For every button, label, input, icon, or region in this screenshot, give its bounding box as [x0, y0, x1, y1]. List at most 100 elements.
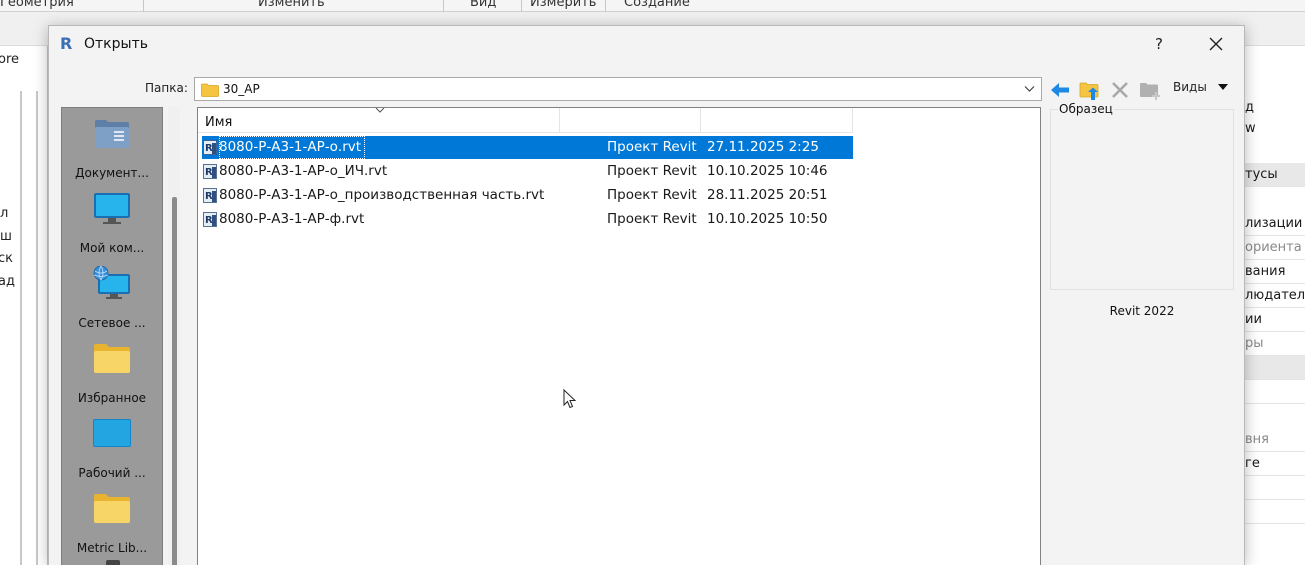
place-metric-library[interactable]: Metric Lib...	[62, 483, 162, 558]
ribbon-tab-modify[interactable]: Изменить	[258, 0, 325, 10]
bg-row: ии	[1245, 308, 1305, 332]
folder-up-icon	[1079, 82, 1099, 100]
file-date: 10.10.2025 10:46	[707, 163, 828, 179]
place-desktop[interactable]: Рабочий ...	[62, 408, 162, 483]
file-date: 28.11.2025 20:51	[707, 187, 828, 203]
ribbon-tab-create[interactable]: Создание	[624, 0, 690, 10]
new-folder-button[interactable]	[1138, 78, 1162, 102]
bg-text-fragment: ск	[0, 251, 13, 266]
bg-row: ры	[1245, 332, 1305, 356]
bg-row: лизации	[1245, 212, 1305, 236]
bg-row	[1245, 500, 1305, 524]
next-place-icon	[106, 560, 120, 565]
ribbon-tab-geometry[interactable]: Геометрия	[0, 0, 74, 10]
place-documents[interactable]: Документ...	[62, 108, 162, 183]
file-type: Проект Revit	[607, 139, 697, 155]
place-label: Metric Lib...	[76, 541, 148, 555]
place-label: Сетевое ...	[78, 316, 146, 330]
bg-row: ориента	[1245, 236, 1305, 260]
file-name: 8080-Р-А3-1-АР-ф.rvt	[219, 211, 365, 227]
bg-row: людателя	[1245, 284, 1305, 308]
place-label: Рабочий ...	[78, 466, 146, 480]
delete-button[interactable]	[1108, 78, 1132, 102]
properties-panel-background: д w тусы лизации ориента вания людателя …	[1245, 46, 1305, 565]
column-header-date[interactable]	[701, 108, 853, 133]
bg-text-fragment: ш	[0, 229, 12, 244]
up-folder-button[interactable]	[1078, 78, 1102, 102]
place-label: Мой ком...	[79, 241, 145, 255]
file-name: 8080-Р-А3-1-АР-о_производственная часть.…	[219, 187, 545, 203]
column-header-type[interactable]	[560, 108, 701, 133]
computer-icon	[94, 193, 130, 224]
bg-row: вня	[1245, 428, 1305, 452]
project-browser-background: ore л ш ск ад	[0, 46, 48, 565]
network-icon	[93, 266, 130, 299]
svg-text:R: R	[205, 191, 213, 202]
svg-text:R: R	[205, 167, 213, 178]
file-type: Проект Revit	[607, 163, 697, 179]
bg-row: вания	[1245, 260, 1305, 284]
file-list[interactable]: Имя R 8080-Р-А3-1-АР-о.rvt Проект Revit …	[197, 107, 1041, 565]
dialog-titlebar[interactable]: R Открыть ?	[49, 26, 1244, 64]
version-label: Revit 2022	[1109, 304, 1175, 318]
file-row[interactable]: R 8080-Р-А3-1-АР-о_производственная част…	[202, 184, 853, 207]
mouse-cursor-icon	[563, 389, 577, 409]
file-row[interactable]: R 8080-Р-А3-1-АР-ф.rvt Проект Revit 10.1…	[202, 208, 853, 231]
revit-logo-icon: R	[60, 34, 73, 53]
place-label: Документ...	[75, 166, 149, 180]
new-folder-icon	[1140, 83, 1160, 100]
folder-icon	[94, 344, 130, 373]
file-row[interactable]: R 8080-Р-А3-1-АР-о_ИЧ.rvt Проект Revit 1…	[202, 160, 853, 183]
places-scrollbar[interactable]	[168, 107, 180, 565]
place-my-computer[interactable]: Мой ком...	[62, 183, 162, 258]
folder-label: Папка:	[145, 81, 188, 95]
svg-text:R: R	[205, 143, 213, 154]
svg-text:R: R	[205, 215, 213, 226]
bg-row: w	[1245, 121, 1256, 136]
preview-label: Образец	[1058, 102, 1114, 116]
caret-down-icon[interactable]	[1217, 82, 1229, 92]
bg-row	[1245, 476, 1305, 500]
folder-name: 30_АР	[223, 82, 260, 96]
ribbon-tab-measure[interactable]: Измерить	[530, 0, 596, 10]
places-scroll-thumb[interactable]	[172, 197, 177, 565]
back-arrow-icon	[1051, 83, 1069, 97]
folder-dropdown[interactable]: 30_АР	[194, 77, 1042, 101]
file-list-header: Имя	[198, 108, 853, 133]
preview-box	[1050, 109, 1234, 290]
file-name: 8080-Р-А3-1-АР-о_ИЧ.rvt	[219, 163, 388, 179]
bg-row	[1245, 356, 1305, 380]
ribbon-tabs: Геометрия Изменить Вид Измерить Создание	[0, 0, 1305, 12]
revit-file-icon: R	[203, 188, 217, 203]
help-button[interactable]: ?	[1147, 32, 1171, 56]
file-name: 8080-Р-А3-1-АР-о.rvt	[219, 136, 366, 159]
dialog-title: Открыть	[84, 36, 148, 52]
close-button[interactable]	[1201, 30, 1231, 58]
bg-text-fragment: ад	[0, 274, 15, 289]
views-button[interactable]: Виды	[1173, 80, 1207, 100]
revit-file-icon: R	[203, 164, 217, 179]
documents-icon	[95, 120, 129, 148]
file-type: Проект Revit	[607, 187, 697, 203]
folder-icon	[94, 494, 130, 523]
delete-x-icon	[1112, 82, 1128, 98]
desktop-icon	[93, 419, 131, 447]
close-icon	[1209, 37, 1223, 51]
place-network[interactable]: Сетевое ...	[62, 258, 162, 333]
place-favorites[interactable]: Избранное	[62, 333, 162, 408]
place-label: Избранное	[77, 391, 147, 405]
bg-text-fragment: ore	[0, 52, 20, 67]
file-date: 27.11.2025 2:25	[707, 139, 819, 155]
file-type: Проект Revit	[607, 211, 697, 227]
back-button[interactable]	[1048, 78, 1072, 102]
file-row[interactable]: R 8080-Р-А3-1-АР-о.rvt Проект Revit 27.1…	[202, 136, 853, 159]
chevron-down-icon	[1024, 86, 1035, 92]
folder-icon	[201, 83, 219, 97]
ribbon-tab-view[interactable]: Вид	[470, 0, 496, 10]
bg-row: тусы	[1245, 163, 1305, 187]
open-dialog: R Открыть ? Папка: 30_АР Виды Документ..…	[48, 25, 1245, 565]
bg-row	[1245, 380, 1305, 404]
revit-file-icon: R	[203, 212, 217, 227]
file-date: 10.10.2025 10:50	[707, 211, 828, 227]
bg-text-fragment: л	[0, 206, 9, 221]
